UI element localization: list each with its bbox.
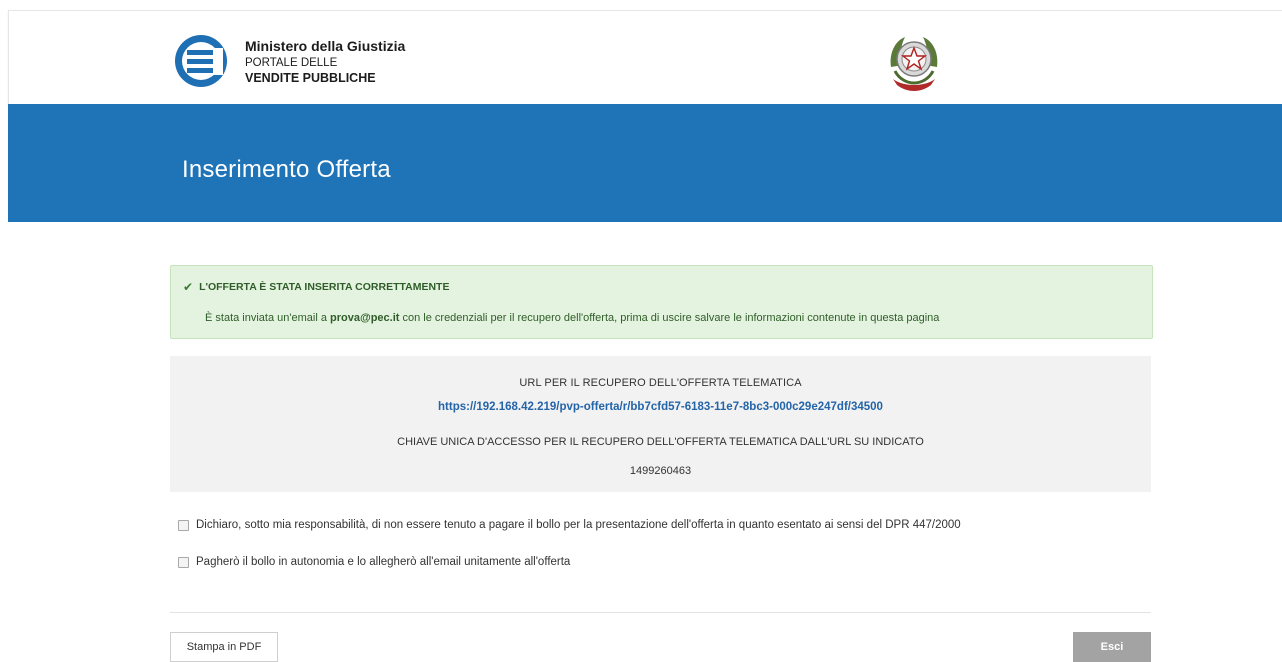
checkbox-row-stamp[interactable]: Pagherò il bollo in autonomia e lo alleg… (178, 556, 570, 568)
page-title: Inserimento Offerta (182, 156, 391, 183)
ministry-logo-icon[interactable] (173, 33, 229, 89)
recovery-info-box: URL PER IL RECUPERO DELL'OFFERTA TELEMAT… (170, 356, 1151, 492)
checkbox-exempt[interactable] (178, 519, 189, 531)
alert-title-text: L'OFFERTA È STATA INSERITA CORRETTAMENTE (199, 281, 450, 293)
italian-republic-emblem-icon (890, 37, 938, 91)
alert-message-after: con le credenziali per il recupero dell'… (399, 312, 940, 324)
access-key-label: CHIAVE UNICA D'ACCESSO PER IL RECUPERO D… (397, 436, 924, 448)
checkbox-row-exempt[interactable]: Dichiaro, sotto mia responsabilità, di n… (178, 519, 961, 531)
checkbox-exempt-label[interactable]: Dichiaro, sotto mia responsabilità, di n… (196, 519, 961, 531)
alert-email: prova@pec.it (330, 312, 400, 324)
footer-divider (170, 612, 1151, 613)
recovery-url-link[interactable]: https://192.168.42.219/pvp-offerta/r/bb7… (170, 401, 1151, 413)
access-key-value: 1499260463 (629, 465, 692, 477)
top-spacer (0, 0, 1282, 10)
checkbox-stamp[interactable] (178, 556, 189, 568)
portal-label: PORTALE DELLE (245, 57, 338, 69)
page-banner: Inserimento Offerta (8, 104, 1282, 222)
recovery-url-label: URL PER IL RECUPERO DELL'OFFERTA TELEMAT… (519, 377, 802, 389)
ministry-name: Ministero della Giustizia (245, 38, 406, 54)
success-alert: ✔ L'OFFERTA È STATA INSERITA CORRETTAMEN… (170, 265, 1153, 339)
checkbox-stamp-label[interactable]: Pagherò il bollo in autonomia e lo alleg… (196, 556, 570, 568)
site-header: Ministero della Giustizia PORTALE DELLE … (8, 10, 1282, 105)
alert-message-before: È stata inviata un'email a (205, 312, 331, 324)
brand-text[interactable]: Ministero della Giustizia PORTALE DELLE … (245, 39, 405, 86)
alert-message: È stata inviata un'email a prova@pec.it … (205, 312, 939, 324)
portal-name: VENDITE PUBBLICHE (245, 71, 376, 85)
alert-title: ✔ L'OFFERTA È STATA INSERITA CORRETTAMEN… (183, 280, 449, 294)
checkmark-icon: ✔ (183, 280, 194, 294)
